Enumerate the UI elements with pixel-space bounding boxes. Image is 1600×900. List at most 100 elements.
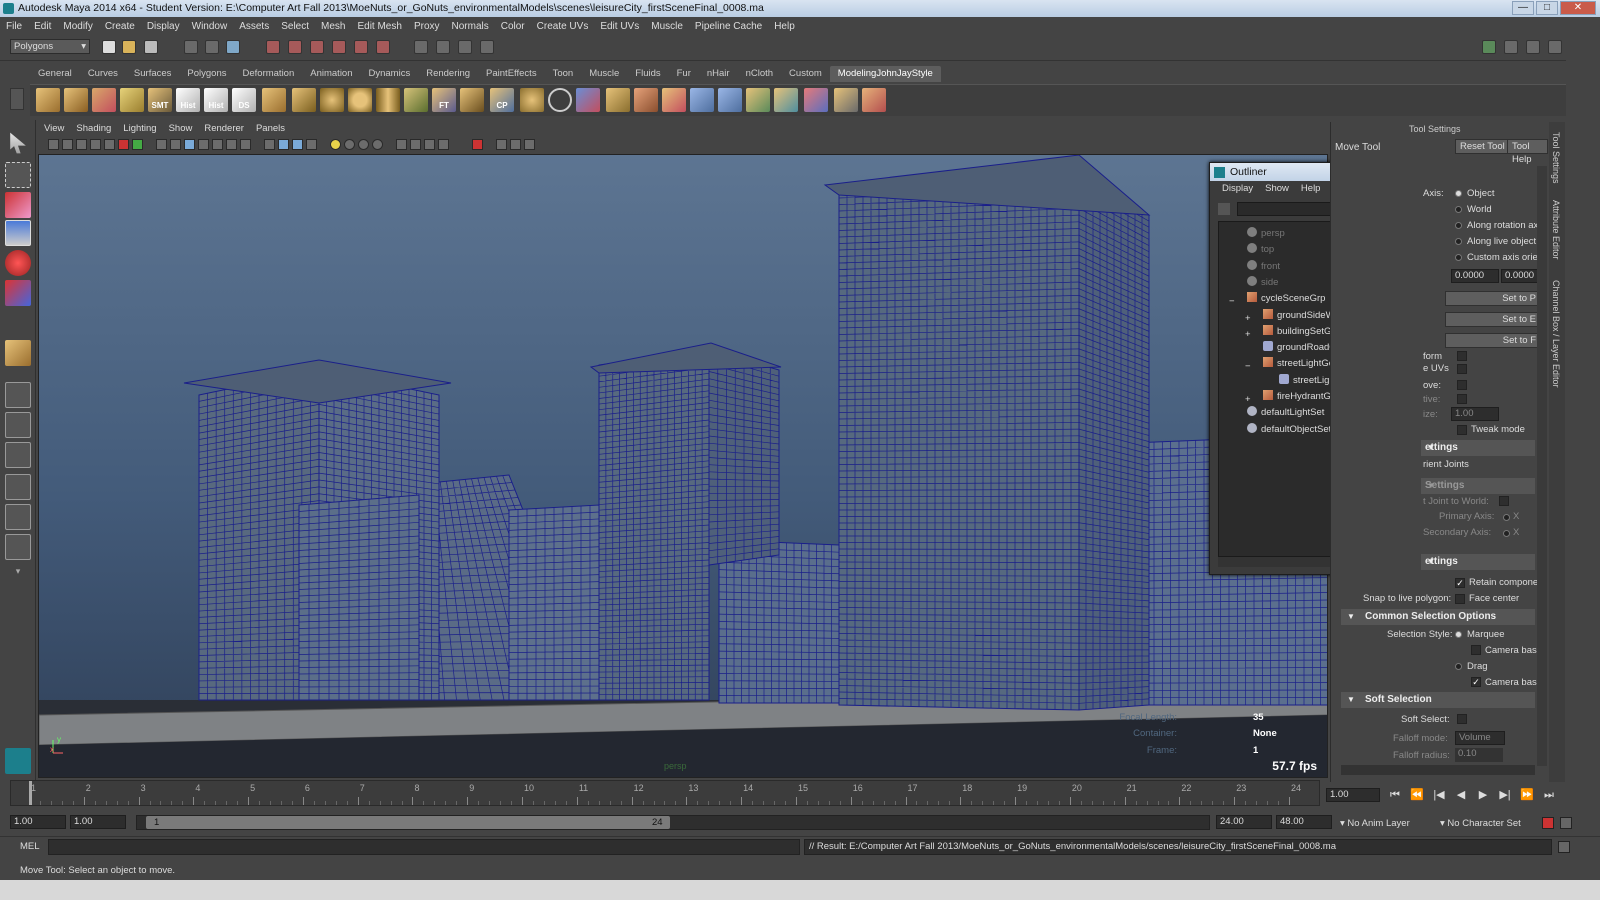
poly-torus-icon[interactable]: [348, 88, 372, 112]
preserve-uvs-checkbox[interactable]: [1457, 364, 1467, 374]
menu-edit-mesh[interactable]: Edit Mesh: [357, 21, 401, 32]
soft-select-checkbox[interactable]: [1457, 714, 1467, 724]
shelf-tab-ncloth[interactable]: nCloth: [738, 66, 781, 82]
move-option-checkbox[interactable]: [1457, 380, 1467, 390]
xray-active-components-icon[interactable]: [510, 139, 521, 150]
new-scene-icon[interactable]: [102, 40, 116, 54]
outliner-item[interactable]: front: [1247, 259, 1280, 275]
step-back-key-button[interactable]: ⏪: [1408, 786, 1426, 804]
field-chart-icon[interactable]: [198, 139, 209, 150]
two-d-pan-zoom-icon[interactable]: [104, 139, 115, 150]
menu-create-uvs[interactable]: Create UVs: [537, 21, 589, 32]
relative-checkbox[interactable]: [1457, 394, 1467, 404]
use-lights-icon[interactable]: [306, 139, 317, 150]
menu-modify[interactable]: Modify: [63, 21, 92, 32]
joint-to-world-checkbox[interactable]: [1499, 496, 1509, 506]
anti-aliasing-icon[interactable]: [410, 139, 421, 150]
shelf-menu-icon[interactable]: [10, 88, 24, 110]
menu-file[interactable]: File: [6, 21, 22, 32]
poly-bridge-icon[interactable]: [662, 88, 686, 112]
step-back-frame-button[interactable]: |◀: [1430, 786, 1448, 804]
menu-assets[interactable]: Assets: [239, 21, 269, 32]
shelf-tab-toon[interactable]: Toon: [545, 66, 582, 82]
tweak-mode-checkbox[interactable]: [1457, 425, 1467, 435]
side-tab-channel-box[interactable]: Channel Box / Layer Editor: [1551, 280, 1561, 388]
axis-rotation-radio[interactable]: [1455, 222, 1462, 229]
command-language-label[interactable]: MEL: [20, 841, 40, 852]
poly-split-icon[interactable]: [120, 88, 144, 112]
select-object-icon[interactable]: [205, 40, 219, 54]
retain-component-checkbox[interactable]: ✓: [1455, 578, 1465, 588]
open-scene-icon[interactable]: [122, 40, 136, 54]
poly-plane-icon[interactable]: [36, 88, 60, 112]
time-slider[interactable]: 1 2 3 4 5 6 7 8 9 10 11 12 13 14 15 16 17 18 19 20 21 22 23 24: [10, 780, 1320, 806]
uv-layout-icon[interactable]: [718, 88, 742, 112]
history-icon[interactable]: [376, 40, 390, 54]
outliner-item[interactable]: side: [1247, 275, 1278, 291]
xray-joints-icon[interactable]: [496, 139, 507, 150]
set-to-edge-button[interactable]: Set to E: [1445, 312, 1541, 327]
image-plane-icon[interactable]: [90, 139, 101, 150]
persp-hypershade-layout-icon[interactable]: [5, 504, 31, 530]
menu-help[interactable]: Help: [774, 21, 795, 32]
outliner-menu-show[interactable]: Show: [1265, 181, 1289, 197]
channel-box-toggle-icon[interactable]: [1548, 40, 1562, 54]
outliner-expander[interactable]: +: [1245, 327, 1251, 343]
close-button[interactable]: ✕: [1560, 1, 1596, 15]
snap-point-icon[interactable]: [310, 40, 324, 54]
drag-radio[interactable]: [1455, 663, 1462, 670]
poly-sphere-icon[interactable]: [320, 88, 344, 112]
maximize-button[interactable]: □: [1536, 1, 1558, 15]
render-view-icon[interactable]: [414, 40, 428, 54]
marquee-radio[interactable]: [1455, 631, 1462, 638]
menu-normals[interactable]: Normals: [452, 21, 489, 32]
outliner-item[interactable]: top: [1247, 242, 1274, 258]
tool-settings-toggle-icon[interactable]: [1526, 40, 1540, 54]
tool-settings-vertical-scrollbar[interactable]: [1537, 166, 1547, 766]
axis-object-radio[interactable]: [1455, 190, 1462, 197]
camera-attributes-icon[interactable]: [62, 139, 73, 150]
auto-key-icon[interactable]: [1542, 817, 1554, 829]
play-backwards-button[interactable]: ◀: [1452, 786, 1470, 804]
poly-append-icon[interactable]: [606, 88, 630, 112]
step-forward-frame-button[interactable]: ▶|: [1496, 786, 1514, 804]
size-field[interactable]: 1.00: [1451, 407, 1499, 421]
shelf-tab-fluids[interactable]: Fluids: [627, 66, 668, 82]
outliner-expander[interactable]: −: [1245, 359, 1251, 375]
poly-cylinder-icon[interactable]: [376, 88, 400, 112]
shelf-tab-polygons[interactable]: Polygons: [179, 66, 234, 82]
xray-icon[interactable]: [438, 139, 449, 150]
gate-mask-icon[interactable]: [184, 139, 195, 150]
vp-menu-view[interactable]: View: [44, 122, 64, 136]
face-center-checkbox[interactable]: [1455, 594, 1465, 604]
section-common-selection[interactable]: Common Selection Options: [1341, 609, 1535, 625]
menu-edit-uvs[interactable]: Edit UVs: [600, 21, 639, 32]
smooth-shade-icon[interactable]: [264, 139, 275, 150]
backface-culling-icon[interactable]: [524, 139, 535, 150]
poly-separate-icon[interactable]: [834, 88, 858, 112]
menu-display[interactable]: Display: [147, 21, 180, 32]
set-to-point-button[interactable]: Set to P: [1445, 291, 1541, 306]
isolate-select-icon[interactable]: [472, 139, 483, 150]
menu-color[interactable]: Color: [501, 21, 525, 32]
make-live-icon[interactable]: [354, 40, 368, 54]
axis-world-radio[interactable]: [1455, 206, 1462, 213]
command-input[interactable]: [48, 839, 800, 855]
section-soft-selection[interactable]: Soft Selection: [1341, 692, 1535, 708]
vp-menu-lighting[interactable]: Lighting: [123, 122, 156, 136]
secondary-axis-x-radio[interactable]: [1503, 530, 1510, 537]
move-tool-icon[interactable]: [5, 220, 31, 246]
shelf-tab-surfaces[interactable]: Surfaces: [126, 66, 180, 82]
tool-help-button[interactable]: Tool Help: [1507, 139, 1548, 165]
all-lights-icon[interactable]: [344, 139, 355, 150]
shelf-tab-custom[interactable]: Custom: [781, 66, 830, 82]
axis-value-1-field[interactable]: 0.0000: [1451, 269, 1499, 283]
shelf-tab-fur[interactable]: Fur: [669, 66, 699, 82]
outliner-item[interactable]: persp: [1247, 226, 1285, 242]
scale-tool-icon[interactable]: [5, 280, 31, 306]
outliner-item[interactable]: cycleSceneGrp: [1247, 291, 1325, 307]
go-to-end-button[interactable]: ⏭: [1540, 786, 1558, 804]
vp-menu-shading[interactable]: Shading: [76, 122, 111, 136]
attribute-editor-toggle-icon[interactable]: [1504, 40, 1518, 54]
render-settings-icon[interactable]: [480, 40, 494, 54]
